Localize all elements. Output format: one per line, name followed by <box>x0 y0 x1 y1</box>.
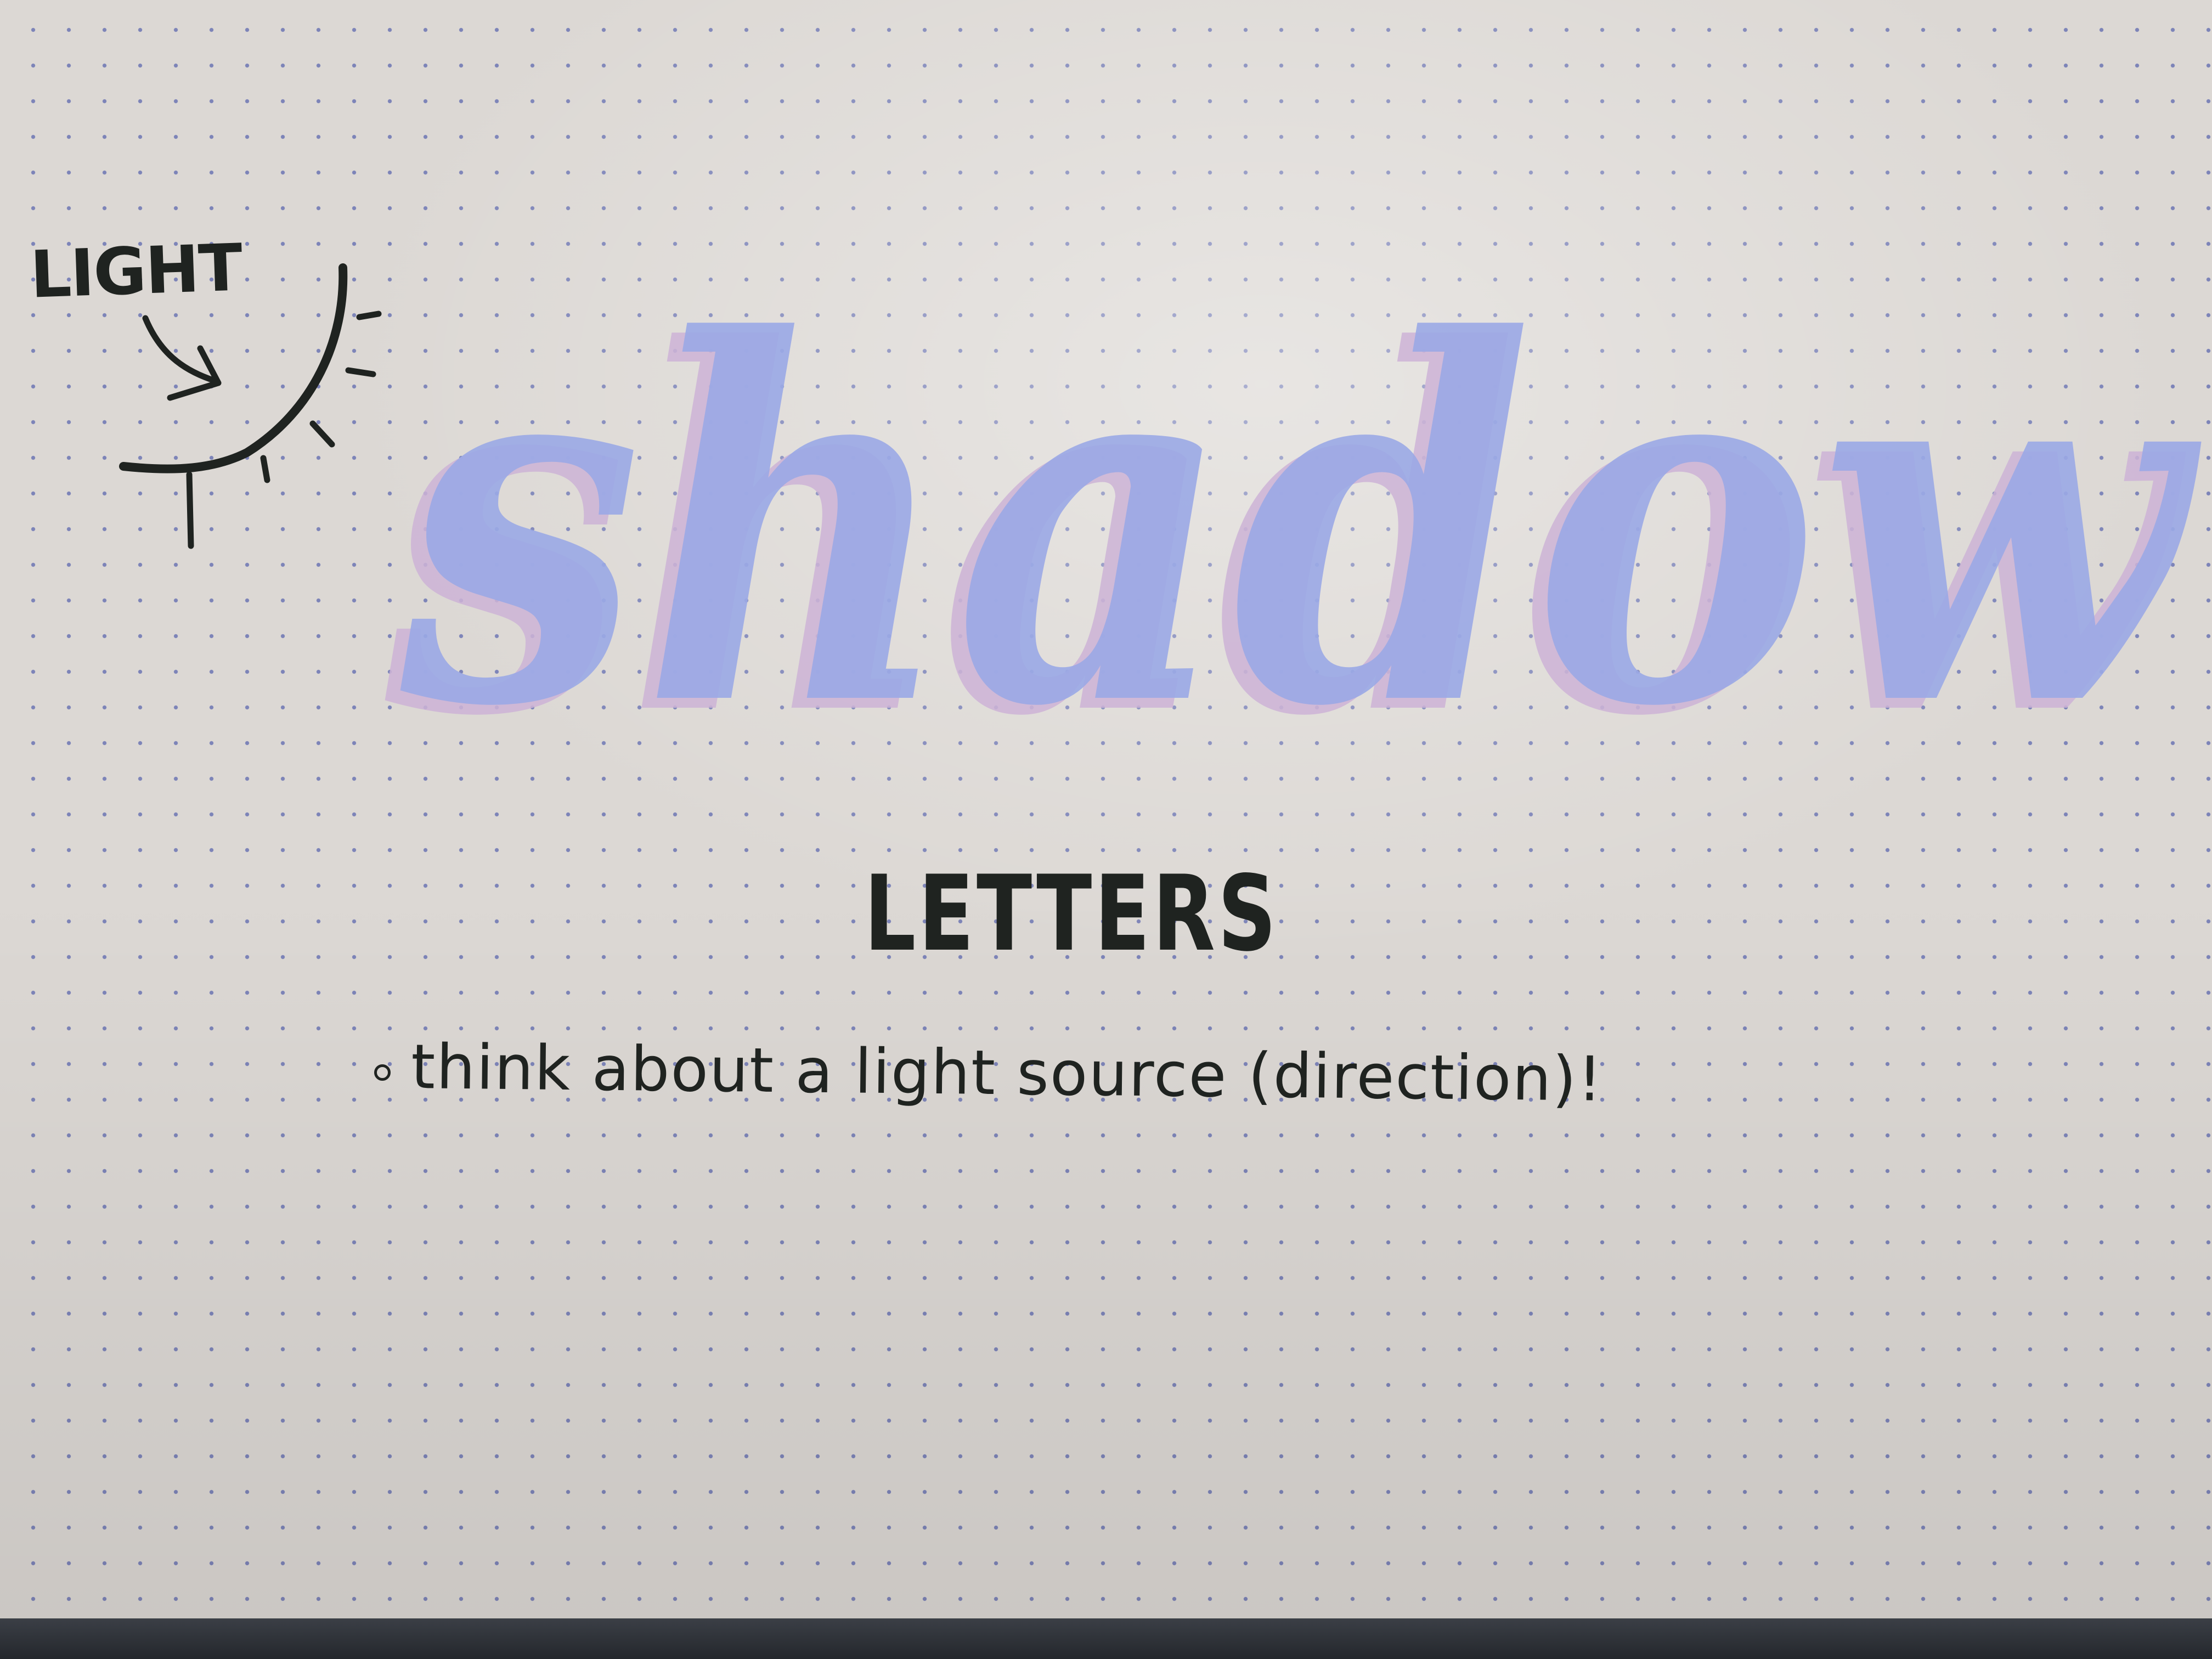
letters-heading: LETTERS <box>864 853 1279 974</box>
tip-text: think about a light source (direction)! <box>410 1031 1604 1115</box>
desk-edge <box>0 1618 2212 1659</box>
shadow-script-lettering: shadow shadow <box>379 235 2202 825</box>
sun-rays-icon <box>119 263 382 549</box>
curved-arrow-icon <box>142 315 222 401</box>
notebook-photo: LIGHT shadow shadow LETTERS think about … <box>0 0 2212 1659</box>
svg-text:shadow: shadow <box>394 235 2202 815</box>
bullet-point <box>374 1064 391 1081</box>
